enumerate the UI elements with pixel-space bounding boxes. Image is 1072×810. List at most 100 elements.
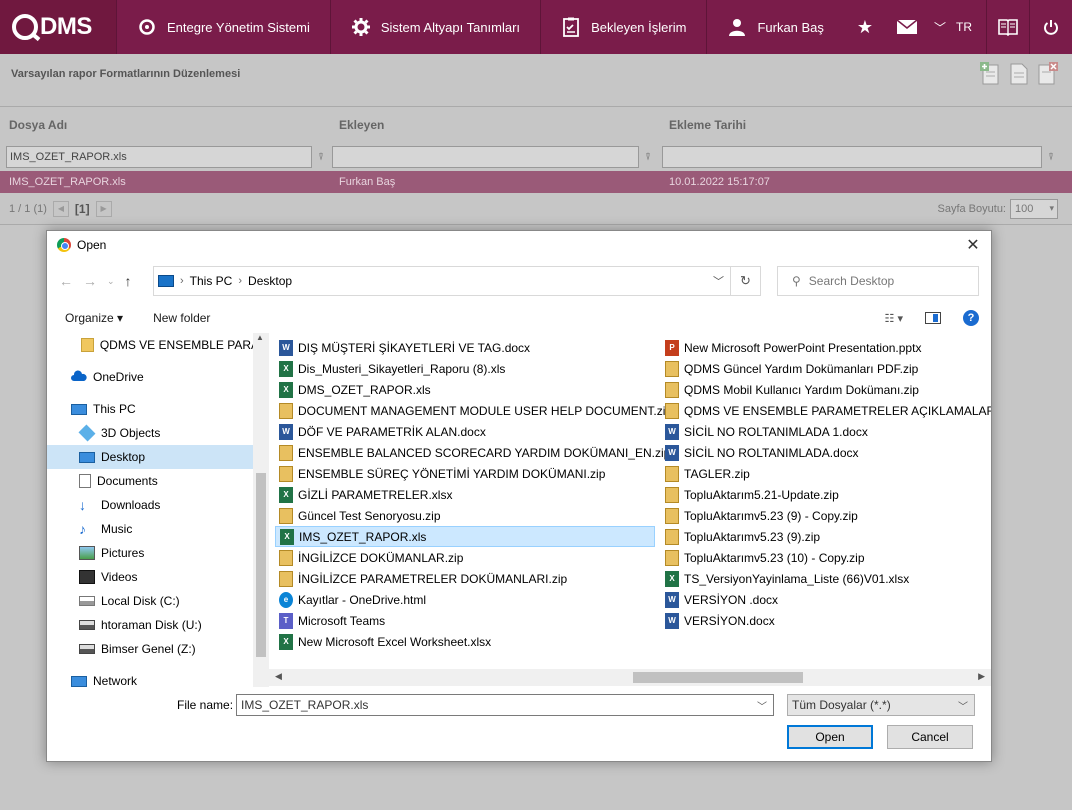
scroll-left-icon[interactable]: ◀ — [275, 671, 282, 682]
file-item[interactable]: X New Microsoft Excel Worksheet.xlsx — [275, 631, 655, 652]
file-item[interactable]: TopluAktarımv5.23 (10) - Copy.zip — [661, 547, 991, 568]
file-item[interactable]: W DIŞ MÜŞTERİ ŞİKAYETLERİ VE TAG.docx — [275, 337, 655, 358]
nav-item-qdms-folder[interactable]: QDMS VE ENSEMBLE PARAM — [47, 333, 269, 357]
filter-input-dosya-adi[interactable] — [6, 146, 312, 168]
delete-document-icon[interactable] — [1036, 62, 1058, 86]
file-item[interactable]: Güncel Test Senoryosu.zip — [275, 505, 655, 526]
chevron-down-icon[interactable]: ﹀ — [757, 698, 767, 713]
file-item[interactable]: ENSEMBLE SÜREÇ YÖNETİMİ YARDIM DOKÜMANI.… — [275, 463, 655, 484]
scroll-thumb[interactable] — [256, 473, 266, 657]
table-row[interactable]: IMS_OZET_RAPOR.xls Furkan Baş 10.01.2022… — [0, 171, 1072, 193]
file-item[interactable]: TopluAktarımv5.23 (9) - Copy.zip — [661, 505, 991, 526]
file-item[interactable]: X GİZLİ PARAMETRELER.xlsx — [275, 484, 655, 505]
file-item[interactable]: X TS_VersiyonYayinlama_Liste (66)V01.xlsx — [661, 568, 991, 589]
preview-pane-icon[interactable] — [925, 312, 941, 324]
nav-item-bimser-genel-z[interactable]: Bimser Genel (Z:) — [47, 637, 269, 661]
nav-item-htoraman-disk-u[interactable]: htoraman Disk (U:) — [47, 613, 269, 637]
close-icon[interactable]: ✕ — [963, 235, 983, 255]
file-item[interactable]: W VERSİYON .docx — [661, 589, 991, 610]
forward-arrow-icon[interactable]: → — [83, 273, 97, 289]
nav-item-videos[interactable]: Videos — [47, 565, 269, 589]
mail-icon[interactable] — [886, 0, 928, 54]
file-item[interactable]: QDMS Mobil Kullanıcı Yardım Dokümanı.zip — [661, 379, 991, 400]
nav-item-local-disk-c[interactable]: Local Disk (C:) — [47, 589, 269, 613]
file-item[interactable]: W VERSİYON.docx — [661, 610, 991, 631]
book-icon[interactable] — [987, 0, 1029, 54]
view-options-icon[interactable]: ☷ ▾ — [885, 312, 903, 325]
file-item[interactable]: T Microsoft Teams — [275, 610, 655, 631]
filter-icon[interactable]: ⍒ — [639, 147, 657, 167]
help-icon[interactable]: ? — [963, 310, 979, 326]
file-item[interactable]: QDMS VE ENSEMBLE PARAMETRELER AÇIKLAMALA… — [661, 400, 991, 421]
file-item[interactable]: TopluAktarımv5.23 (9).zip — [661, 526, 991, 547]
scroll-right-icon[interactable]: ▶ — [978, 671, 985, 682]
file-item[interactable]: İNGİLİZCE PARAMETRELER DOKÜMANLARI.zip — [275, 568, 655, 589]
document-icon[interactable] — [1008, 62, 1030, 86]
breadcrumb-desktop[interactable]: Desktop — [248, 274, 292, 288]
file-item[interactable]: W DÖF VE PARAMETRİK ALAN.docx — [275, 421, 655, 442]
search-input[interactable]: ⚲ Search Desktop — [777, 266, 979, 296]
column-header-dosya-adi[interactable]: Dosya Adı — [0, 118, 330, 132]
organize-button[interactable]: Organize ▾ — [65, 311, 123, 325]
navigation-pane-scrollbar[interactable]: ▲ — [253, 333, 269, 687]
filter-icon[interactable]: ⍒ — [312, 147, 330, 167]
back-arrow-icon[interactable]: ← — [59, 273, 73, 289]
breadcrumb-this-pc[interactable]: This PC — [190, 274, 233, 288]
language-selector[interactable]: ﹀ TR — [928, 19, 986, 36]
prev-page-button[interactable]: ◀ — [52, 200, 69, 217]
scroll-thumb[interactable] — [633, 672, 803, 683]
filter-icon[interactable]: ⍒ — [1042, 147, 1060, 167]
nav-item-pictures[interactable]: Pictures — [47, 541, 269, 565]
nav-item-onedrive[interactable]: OneDrive — [47, 365, 269, 389]
address-bar[interactable]: › This PC › Desktop ﹀ ↻ — [153, 266, 761, 296]
power-icon[interactable] — [1030, 0, 1072, 54]
nav-item-desktop[interactable]: Desktop — [47, 445, 269, 469]
nav-item-3d-objects[interactable]: 3D Objects — [47, 421, 269, 445]
page-size-select[interactable]: 100 ▾ — [1010, 198, 1058, 219]
chevron-down-icon[interactable]: ﹀ — [713, 273, 724, 289]
cancel-button[interactable]: Cancel — [887, 725, 973, 749]
nav-item-documents[interactable]: Documents — [47, 469, 269, 493]
file-item[interactable]: P New Microsoft PowerPoint Presentation.p… — [661, 337, 991, 358]
filter-input-ekleyen[interactable] — [332, 146, 639, 168]
column-header-ekleme-tarihi[interactable]: Ekleme Tarihi — [660, 118, 1060, 132]
nav-item-downloads[interactable]: ↓ Downloads — [47, 493, 269, 517]
file-item[interactable]: X Dis_Musteri_Sikayetleri_Raporu (8).xls — [275, 358, 655, 379]
refresh-icon[interactable]: ↻ — [730, 267, 760, 295]
nav-item-music[interactable]: ♪ Music — [47, 517, 269, 541]
html-file-icon: e — [279, 591, 293, 608]
file-item[interactable]: TAGLER.zip — [661, 463, 991, 484]
file-type-select[interactable]: Tüm Dosyalar (*.*) ﹀ — [787, 694, 975, 716]
up-arrow-icon[interactable]: ↑ — [125, 273, 132, 289]
nav-item-this-pc[interactable]: This PC — [47, 397, 269, 421]
star-icon[interactable]: ★ — [844, 0, 886, 54]
nav-entegre-yonetim[interactable]: Entegre Yönetim Sistemi — [116, 0, 330, 54]
column-header-ekleyen[interactable]: Ekleyen — [330, 118, 660, 132]
scroll-up-icon[interactable]: ▲ — [256, 333, 266, 345]
file-item[interactable]: W SİCİL NO ROLTANIMLADA.docx — [661, 442, 991, 463]
recent-chevron-icon[interactable]: ⌄ — [107, 276, 115, 287]
file-item[interactable]: QDMS Güncel Yardım Dokümanları PDF.zip — [661, 358, 991, 379]
file-name-input[interactable]: IMS_OZET_RAPOR.xls ﹀ — [236, 694, 774, 716]
file-item[interactable]: İNGİLİZCE DOKÜMANLAR.zip — [275, 547, 655, 568]
current-page[interactable]: [1] — [75, 202, 90, 216]
new-folder-button[interactable]: New folder — [153, 311, 210, 325]
add-document-icon[interactable] — [980, 62, 1002, 86]
file-item[interactable]: DOCUMENT MANAGEMENT MODULE USER HELP DOC… — [275, 400, 672, 421]
file-item[interactable]: e Kayıtlar - OneDrive.html — [275, 589, 655, 610]
next-page-button[interactable]: ▶ — [95, 200, 112, 217]
qdms-logo[interactable]: DMS — [0, 0, 116, 54]
filter-input-ekleme-tarihi[interactable] — [662, 146, 1042, 168]
nav-item-network[interactable]: Network — [47, 669, 269, 687]
file-item[interactable]: X DMS_OZET_RAPOR.xls — [275, 379, 655, 400]
file-item[interactable]: ENSEMBLE BALANCED SCORECARD YARDIM DOKÜM… — [275, 442, 670, 463]
docx-file-icon: W — [665, 612, 679, 629]
file-item[interactable]: X IMS_OZET_RAPOR.xls — [275, 526, 655, 547]
file-item[interactable]: W SİCİL NO ROLTANIMLADA 1.docx — [661, 421, 991, 442]
nav-sistem-altyapi[interactable]: Sistem Altyapı Tanımları — [329, 0, 540, 54]
file-list-horizontal-scrollbar[interactable]: ◀ ▶ — [269, 669, 991, 686]
file-item[interactable]: TopluAktarım5.21-Update.zip — [661, 484, 991, 505]
nav-bekleyen-islerim[interactable]: Bekleyen İşlerim — [540, 0, 706, 54]
user-menu[interactable]: Furkan Baş — [706, 0, 843, 54]
open-button[interactable]: Open — [787, 725, 873, 749]
